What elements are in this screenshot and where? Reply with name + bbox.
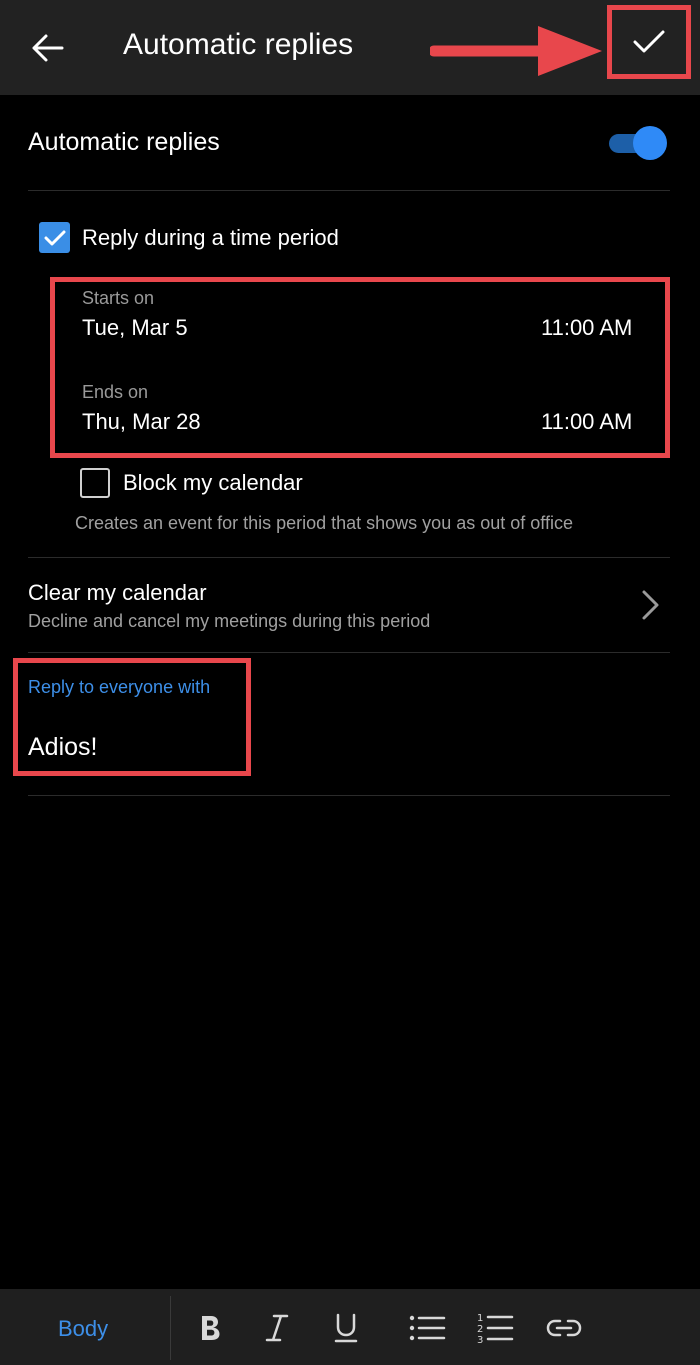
clear-calendar-description: Decline and cancel my meetings during th…	[28, 611, 431, 631]
svg-text:3: 3	[477, 1335, 483, 1345]
block-calendar-description: Creates an event for this period that sh…	[75, 513, 573, 533]
automatic-replies-toggle[interactable]	[607, 125, 667, 161]
back-button[interactable]	[22, 25, 72, 71]
automatic-replies-label: Automatic replies	[28, 128, 220, 156]
link-icon	[546, 1319, 582, 1337]
italic-button[interactable]	[257, 1308, 297, 1348]
bold-button[interactable]	[190, 1308, 230, 1348]
page-title: Automatic replies	[123, 28, 354, 61]
divider	[28, 652, 670, 653]
time-period-checkbox[interactable]	[39, 222, 70, 253]
bold-icon	[202, 1316, 220, 1340]
underline-button[interactable]	[326, 1308, 366, 1348]
underline-icon	[334, 1313, 358, 1343]
svg-text:1: 1	[477, 1313, 483, 1324]
text-style-button[interactable]: Body	[58, 1316, 108, 1342]
numbered-list-button[interactable]: 1 2 3	[475, 1308, 515, 1348]
start-date-picker[interactable]: Tue, Mar 5	[82, 315, 188, 341]
block-calendar-checkbox[interactable]	[80, 468, 110, 498]
link-button[interactable]	[544, 1308, 584, 1348]
time-period-label: Reply during a time period	[82, 225, 339, 250]
arrow-left-icon	[32, 34, 64, 62]
reply-label: Reply to everyone with	[28, 677, 211, 697]
end-time-picker[interactable]: 11:00 AM	[541, 409, 632, 435]
bullet-list-icon	[409, 1315, 446, 1341]
toolbar-divider	[170, 1296, 171, 1360]
reply-message-input[interactable]: Adios!	[28, 733, 97, 762]
start-time-picker[interactable]: 11:00 AM	[541, 315, 632, 341]
divider	[28, 190, 670, 191]
toggle-knob	[633, 126, 667, 160]
save-button[interactable]	[607, 5, 691, 79]
bullet-list-button[interactable]	[407, 1308, 447, 1348]
italic-icon	[265, 1314, 289, 1342]
svg-text:2: 2	[477, 1324, 483, 1335]
chevron-right-icon	[642, 590, 659, 620]
ends-on-label: Ends on	[82, 382, 149, 402]
check-icon	[44, 230, 65, 245]
red-arrow-annotation-icon	[430, 26, 602, 76]
numbered-list-icon: 1 2 3	[477, 1313, 514, 1345]
starts-on-label: Starts on	[82, 288, 155, 308]
block-calendar-label: Block my calendar	[123, 470, 303, 495]
divider	[28, 795, 670, 796]
end-date-picker[interactable]: Thu, Mar 28	[82, 409, 201, 435]
clear-calendar-title: Clear my calendar	[28, 580, 207, 605]
checkmark-icon	[633, 30, 665, 53]
